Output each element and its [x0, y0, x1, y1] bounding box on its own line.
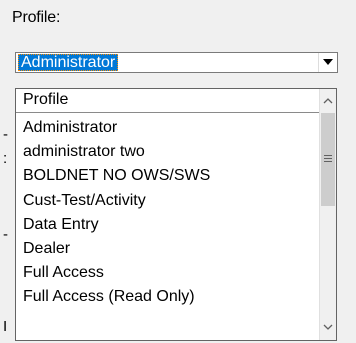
- chevron-up-icon: [323, 98, 333, 104]
- background-fragment: I: [3, 318, 8, 335]
- background-fragment: :: [3, 150, 8, 167]
- list-item[interactable]: Dealer: [19, 237, 319, 261]
- thumb-grip-line: [324, 161, 332, 162]
- profile-label: Profile:: [12, 9, 61, 26]
- dropdown-column-header[interactable]: Profile: [16, 89, 321, 113]
- thumb-grip-line: [324, 158, 332, 159]
- combo-dropdown-button[interactable]: [318, 53, 337, 72]
- scrollbar-thumb[interactable]: [321, 113, 335, 206]
- dropdown-header-label: Profile: [23, 91, 69, 108]
- thumb-grip-line: [324, 155, 332, 156]
- scroll-down-button[interactable]: [320, 319, 336, 336]
- list-item[interactable]: Full Access (Read Only): [19, 285, 319, 309]
- list-item[interactable]: Data Entry: [19, 213, 319, 237]
- profile-dropdown-list[interactable]: Profile Administrator administrator two …: [15, 88, 337, 341]
- background-fragment: -: [3, 226, 8, 243]
- list-item[interactable]: BOLDNET NO OWS/SWS: [19, 164, 319, 188]
- chevron-down-icon: [323, 324, 333, 330]
- list-item[interactable]: administrator two: [19, 140, 319, 164]
- background-fragment: -: [3, 126, 8, 143]
- combo-selected-value: Administrator: [18, 54, 119, 71]
- vertical-scrollbar[interactable]: [319, 89, 336, 340]
- list-item[interactable]: Cust-Test/Activity: [19, 189, 319, 213]
- profile-combobox[interactable]: Administrator: [15, 52, 338, 73]
- scroll-up-button[interactable]: [320, 93, 336, 110]
- chevron-down-icon: [323, 59, 333, 65]
- list-item[interactable]: Administrator: [19, 116, 319, 140]
- list-item[interactable]: Full Access: [19, 261, 319, 285]
